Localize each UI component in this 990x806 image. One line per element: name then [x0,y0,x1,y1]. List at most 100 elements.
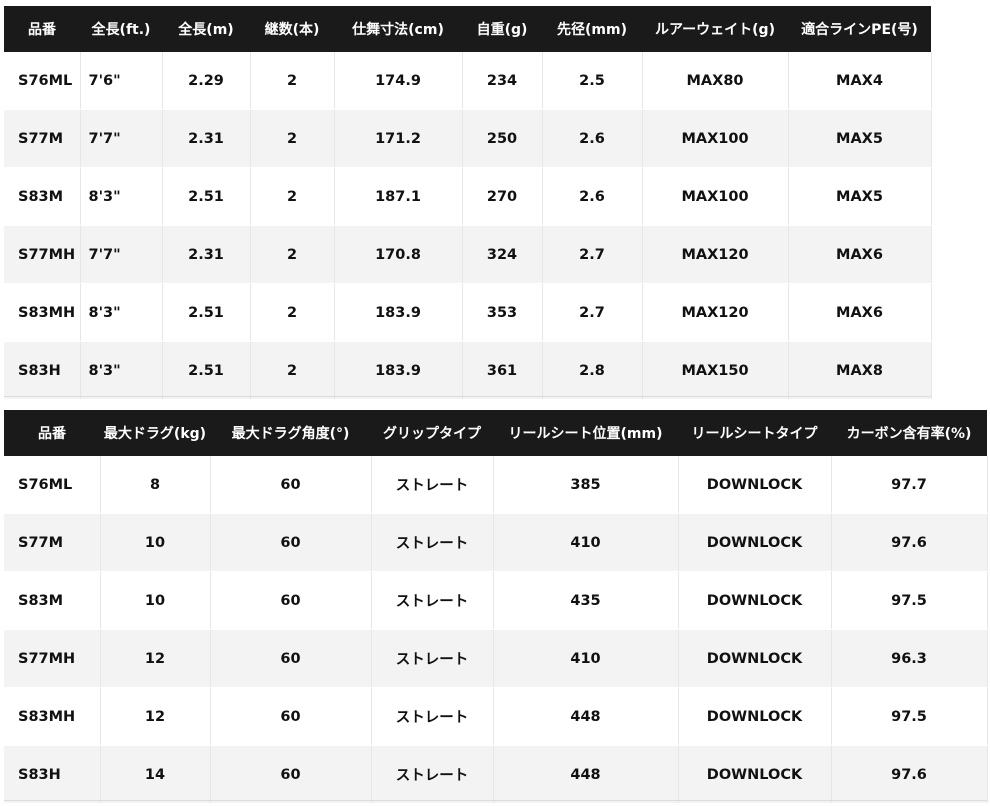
table-header-row: 品番 全長(ft.) 全長(m) 継数(本) 仕舞寸法(cm) 自重(g) 先径… [4,6,931,52]
cell-weight: 324 [462,225,543,284]
cell-max-drag: 10 [100,513,211,572]
cell-max-drag: 10 [100,571,211,630]
header-pieces: 継数(本) [250,6,334,52]
header-model: 品番 [4,410,100,456]
cell-reel-seat-position: 410 [493,629,679,688]
cell-length-m: 2.31 [162,225,251,284]
cell-line-pe: MAX5 [788,167,932,226]
cell-length-ft: 7'7" [80,225,163,284]
cell-max-drag-angle: 60 [210,513,372,572]
cell-length-ft: 8'3" [80,283,163,342]
header-tip-diameter: 先径(mm) [542,6,642,52]
cell-model: S83H [4,341,81,400]
cell-length-m: 2.51 [162,167,251,226]
cell-pieces: 2 [250,109,335,168]
cell-tip-diameter: 2.7 [542,283,643,342]
cell-line-pe: MAX8 [788,341,932,400]
cell-reel-seat-position: 410 [493,513,679,572]
cell-length-m: 2.29 [162,52,251,110]
cell-model: S77M [4,109,81,168]
cell-reel-seat-type: DOWNLOCK [678,745,832,804]
cell-lure-weight: MAX120 [642,225,789,284]
cell-model: S77MH [4,225,81,284]
cell-carbon-content: 97.6 [831,745,988,804]
header-grip-type: グリップタイプ [371,410,493,456]
cell-pieces: 2 [250,283,335,342]
cell-reel-seat-type: DOWNLOCK [678,571,832,630]
cell-max-drag: 12 [100,687,211,746]
table-header-row: 品番 最大ドラグ(kg) 最大ドラグ角度(°) グリップタイプ リールシート位置… [4,410,987,456]
cell-model: S83H [4,745,101,804]
cell-closed-length: 170.8 [334,225,463,284]
cell-tip-diameter: 2.6 [542,109,643,168]
cell-length-ft: 8'3" [80,167,163,226]
cell-carbon-content: 97.5 [831,571,988,630]
cell-model: S76ML [4,52,81,110]
cell-length-m: 2.51 [162,283,251,342]
header-max-drag: 最大ドラグ(kg) [100,410,210,456]
cell-model: S83M [4,571,101,630]
table-row: S76ML 7'6" 2.29 2 174.9 234 2.5 MAX80 MA… [4,52,932,110]
cell-grip-type: ストレート [371,745,494,804]
cell-weight: 250 [462,109,543,168]
cell-length-m: 2.51 [162,341,251,400]
rod-spec-table: 品番 全長(ft.) 全長(m) 継数(本) 仕舞寸法(cm) 自重(g) 先径… [4,6,932,400]
cell-max-drag-angle: 60 [210,745,372,804]
cell-carbon-content: 97.5 [831,687,988,746]
cell-model: S77M [4,513,101,572]
cell-weight: 353 [462,283,543,342]
cell-length-ft: 7'7" [80,109,163,168]
cell-grip-type: ストレート [371,687,494,746]
cell-reel-seat-type: DOWNLOCK [678,456,832,514]
cell-weight: 270 [462,167,543,226]
table-row: S83MH 8'3" 2.51 2 183.9 353 2.7 MAX120 M… [4,283,932,342]
table-divider [4,800,987,801]
cell-max-drag-angle: 60 [210,456,372,514]
cell-lure-weight: MAX80 [642,52,789,110]
cell-max-drag-angle: 60 [210,629,372,688]
cell-model: S83M [4,167,81,226]
drag-reel-spec-table: 品番 最大ドラグ(kg) 最大ドラグ角度(°) グリップタイプ リールシート位置… [4,410,988,804]
cell-length-ft: 7'6" [80,52,163,110]
cell-carbon-content: 96.3 [831,629,988,688]
cell-reel-seat-type: DOWNLOCK [678,513,832,572]
cell-tip-diameter: 2.8 [542,341,643,400]
cell-tip-diameter: 2.7 [542,225,643,284]
header-length-ft: 全長(ft.) [80,6,162,52]
header-model: 品番 [4,6,80,52]
cell-closed-length: 187.1 [334,167,463,226]
table-row: S76ML 8 60 ストレート 385 DOWNLOCK 97.7 [4,456,988,514]
table-row: S83H 8'3" 2.51 2 183.9 361 2.8 MAX150 MA… [4,341,932,400]
cell-reel-seat-position: 448 [493,687,679,746]
cell-line-pe: MAX6 [788,225,932,284]
cell-lure-weight: MAX100 [642,109,789,168]
table-row: S77MH 12 60 ストレート 410 DOWNLOCK 96.3 [4,629,988,688]
cell-max-drag: 12 [100,629,211,688]
table-divider [4,396,931,397]
table-row: S77M 10 60 ストレート 410 DOWNLOCK 97.6 [4,513,988,572]
cell-max-drag-angle: 60 [210,571,372,630]
cell-pieces: 2 [250,52,335,110]
cell-carbon-content: 97.7 [831,456,988,514]
cell-lure-weight: MAX150 [642,341,789,400]
table-row: S83H 14 60 ストレート 448 DOWNLOCK 97.6 [4,745,988,804]
table-row: S83M 8'3" 2.51 2 187.1 270 2.6 MAX100 MA… [4,167,932,226]
cell-reel-seat-type: DOWNLOCK [678,629,832,688]
header-lure-weight: ルアーウェイト(g) [642,6,788,52]
cell-carbon-content: 97.6 [831,513,988,572]
cell-line-pe: MAX4 [788,52,932,110]
cell-pieces: 2 [250,341,335,400]
cell-model: S76ML [4,456,101,514]
cell-max-drag-angle: 60 [210,687,372,746]
cell-model: S83MH [4,687,101,746]
header-carbon-content: カーボン含有率(%) [831,410,987,456]
cell-lure-weight: MAX100 [642,167,789,226]
cell-weight: 361 [462,341,543,400]
cell-pieces: 2 [250,167,335,226]
cell-reel-seat-type: DOWNLOCK [678,687,832,746]
cell-model: S83MH [4,283,81,342]
header-length-m: 全長(m) [162,6,250,52]
cell-model: S77MH [4,629,101,688]
header-reel-seat-type: リールシートタイプ [678,410,831,456]
cell-tip-diameter: 2.6 [542,167,643,226]
